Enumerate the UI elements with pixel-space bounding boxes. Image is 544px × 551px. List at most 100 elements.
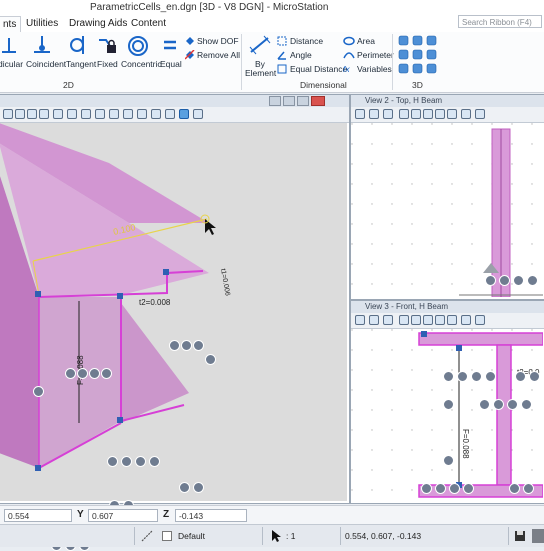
- view-attributes-icon[interactable]: [355, 109, 365, 119]
- constraint-marker[interactable]: [179, 482, 190, 493]
- equal-distance-icon[interactable]: [277, 64, 287, 74]
- maximize-icon[interactable]: [297, 96, 309, 106]
- zoom-out-icon[interactable]: [423, 109, 433, 119]
- constraint-marker[interactable]: [435, 483, 446, 494]
- constraint-marker[interactable]: [135, 456, 146, 467]
- equal-icon[interactable]: [162, 38, 178, 52]
- tangent-icon[interactable]: [68, 34, 90, 56]
- fit-view-icon[interactable]: [27, 109, 37, 119]
- constraint-marker[interactable]: [121, 456, 132, 467]
- zoom-in-icon[interactable]: [3, 109, 13, 119]
- clip-volume-icon[interactable]: [165, 109, 175, 119]
- view-rotation-icon[interactable]: [193, 109, 203, 119]
- active-level[interactable]: Default: [178, 531, 205, 541]
- constraint-marker[interactable]: [77, 368, 88, 379]
- constraint-marker[interactable]: [149, 456, 160, 467]
- view1-canvas[interactable]: 0.100 F=0.088 t2=0.008 t1=0.006: [0, 123, 347, 501]
- constraint-marker[interactable]: [107, 456, 118, 467]
- constraint-marker[interactable]: [421, 483, 432, 494]
- view3-canvas[interactable]: F=0.088 t2=0.0: [351, 329, 543, 501]
- window-area-icon[interactable]: [447, 315, 457, 325]
- area-button[interactable]: Area: [357, 36, 375, 46]
- pan-view-icon[interactable]: [461, 109, 471, 119]
- constraint-marker[interactable]: [65, 368, 76, 379]
- lighting-icon[interactable]: [383, 109, 393, 119]
- concentric-icon[interactable]: [126, 34, 150, 58]
- equal-distance-button[interactable]: Equal Distance: [290, 64, 347, 74]
- constraint-marker[interactable]: [443, 399, 454, 410]
- constraint-marker[interactable]: [33, 386, 44, 397]
- perimeter-button[interactable]: Perimeter: [357, 50, 394, 60]
- save-icon[interactable]: [514, 530, 526, 542]
- lighting-icon[interactable]: [383, 315, 393, 325]
- remove-all-icon[interactable]: [185, 50, 195, 60]
- fit-view-icon[interactable]: [435, 315, 445, 325]
- variables-button[interactable]: Variables: [357, 64, 392, 74]
- walk-view-icon[interactable]: [81, 109, 91, 119]
- constraint-marker[interactable]: [443, 455, 454, 466]
- change-view-icon[interactable]: [137, 109, 147, 119]
- constraint-marker[interactable]: [509, 483, 520, 494]
- y-coordinate-field[interactable]: 0.607: [88, 509, 158, 522]
- tab-content[interactable]: Content: [131, 18, 166, 29]
- perpendicular-icon[interactable]: [0, 34, 20, 56]
- perimeter-icon[interactable]: [343, 50, 355, 60]
- constraint-marker[interactable]: [485, 275, 496, 286]
- constraint-marker[interactable]: [463, 483, 474, 494]
- constraint-marker[interactable]: [181, 340, 192, 351]
- window-area-icon[interactable]: [447, 109, 457, 119]
- coincident-icon[interactable]: [31, 34, 53, 56]
- constraint-marker[interactable]: [169, 340, 180, 351]
- variables-icon[interactable]: fx: [343, 64, 350, 74]
- display-style-icon[interactable]: [369, 315, 379, 325]
- angle-button[interactable]: Angle: [290, 50, 312, 60]
- fit-view-icon[interactable]: [435, 109, 445, 119]
- pan-view-icon[interactable]: [53, 109, 63, 119]
- tab-utilities[interactable]: Utilities: [26, 18, 58, 29]
- copy-view-icon[interactable]: [123, 109, 133, 119]
- constraint-marker[interactable]: [457, 371, 468, 382]
- snap-icon[interactable]: [140, 529, 154, 543]
- remove-all-button[interactable]: Remove All: [197, 50, 240, 60]
- by-element-icon[interactable]: [248, 34, 272, 56]
- constraint-marker[interactable]: [205, 354, 216, 365]
- constraint-marker[interactable]: [479, 399, 490, 410]
- zoom-in-icon[interactable]: [411, 109, 421, 119]
- zoom-out-icon[interactable]: [423, 315, 433, 325]
- camera-icon[interactable]: [151, 109, 161, 119]
- distance-icon[interactable]: [277, 36, 287, 46]
- pan-view-icon[interactable]: [461, 315, 471, 325]
- view-previous-icon[interactable]: [95, 109, 105, 119]
- constraint-marker[interactable]: [193, 482, 204, 493]
- close-icon[interactable]: [311, 96, 325, 106]
- constraints-3d-icons[interactable]: [397, 34, 439, 76]
- show-dof-button[interactable]: Show DOF: [197, 36, 239, 46]
- zoom-in-icon[interactable]: [411, 315, 421, 325]
- constraint-marker[interactable]: [515, 371, 526, 382]
- brush-icon[interactable]: [399, 315, 409, 325]
- constraint-marker[interactable]: [193, 340, 204, 351]
- lock-icon[interactable]: [96, 34, 118, 56]
- display-style-icon[interactable]: [369, 109, 379, 119]
- constraint-marker[interactable]: [527, 275, 538, 286]
- rotate-view-icon[interactable]: [67, 109, 77, 119]
- rotate-view-icon[interactable]: [475, 109, 485, 119]
- brush-icon[interactable]: [399, 109, 409, 119]
- lock-status-icon[interactable]: [532, 529, 544, 543]
- x-coordinate-field[interactable]: 0.554: [4, 509, 72, 522]
- constraint-marker[interactable]: [443, 371, 454, 382]
- constraint-marker[interactable]: [493, 399, 504, 410]
- window-area-icon[interactable]: [39, 109, 49, 119]
- constraint-marker[interactable]: [529, 371, 540, 382]
- constraint-marker[interactable]: [89, 368, 100, 379]
- angle-icon[interactable]: [277, 50, 287, 60]
- z-coordinate-field[interactable]: -0.143: [175, 509, 247, 522]
- constraint-marker[interactable]: [513, 275, 524, 286]
- constraint-marker[interactable]: [471, 371, 482, 382]
- rotate-view-icon[interactable]: [475, 315, 485, 325]
- tab-constraints[interactable]: nts: [0, 16, 22, 33]
- constraint-marker[interactable]: [449, 483, 460, 494]
- view-next-icon[interactable]: [109, 109, 119, 119]
- minimize-icon[interactable]: [269, 96, 281, 106]
- area-icon[interactable]: [343, 36, 355, 46]
